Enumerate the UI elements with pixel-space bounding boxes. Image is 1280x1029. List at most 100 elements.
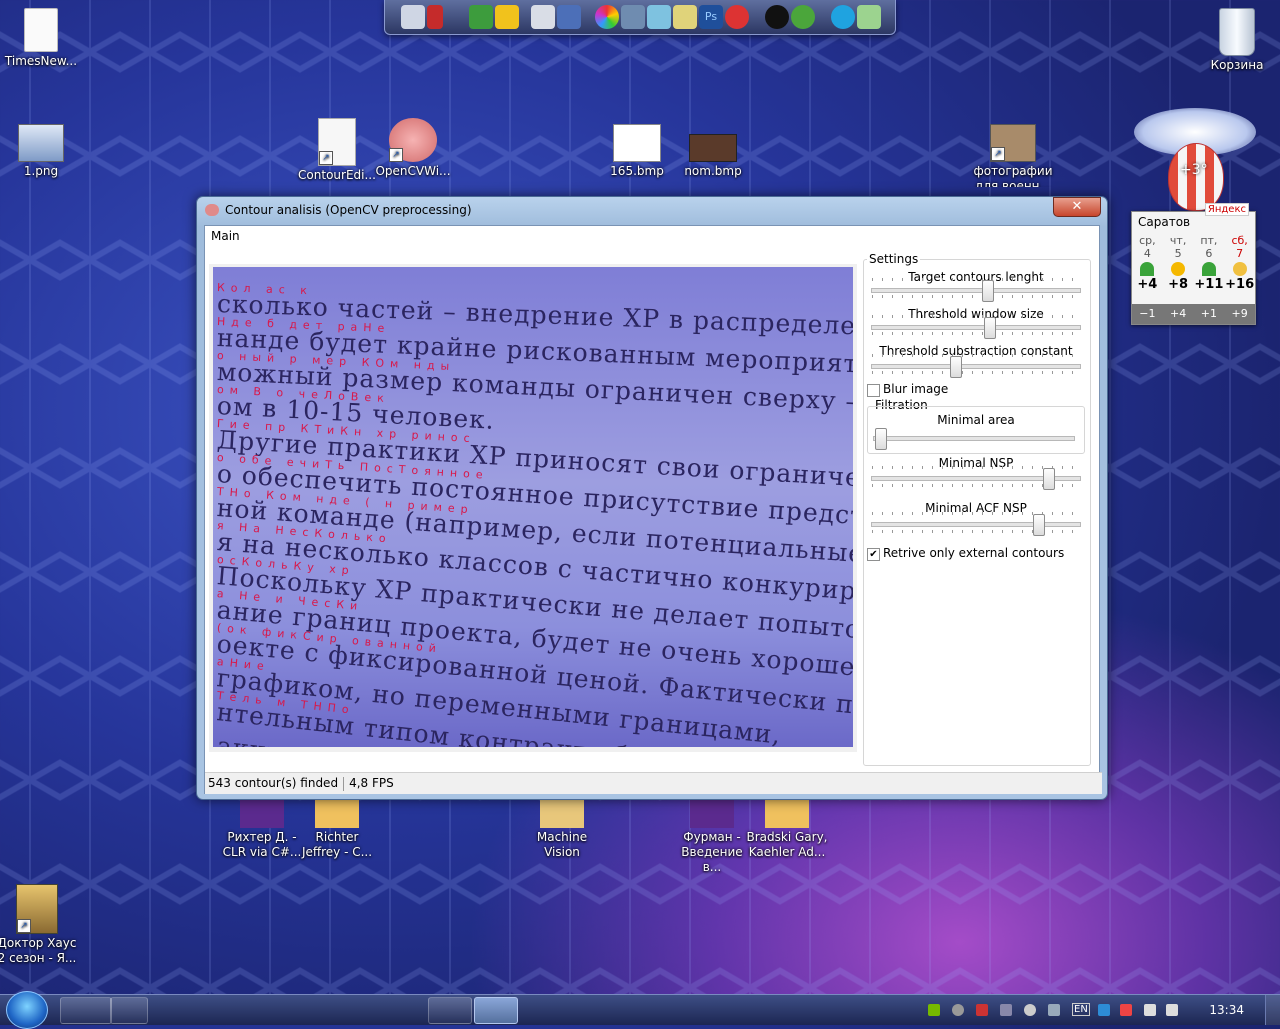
app-brain-icon [205, 204, 219, 216]
day-number: 6 [1205, 247, 1213, 260]
antivirus-icon[interactable] [1120, 1004, 1132, 1016]
target-contours-slider[interactable] [982, 280, 994, 302]
day-low: +4 [1170, 307, 1187, 320]
day-high: +16 [1225, 277, 1255, 292]
tray-app-icon[interactable] [1000, 1004, 1012, 1016]
target-contours-ticks [872, 278, 1080, 281]
desktop-icon-contoureditor[interactable]: ↗ ContourEdi... [296, 118, 378, 183]
signal-icon[interactable] [1144, 1004, 1156, 1016]
taskbar-app-4[interactable] [206, 997, 236, 1022]
folder-icon [540, 800, 584, 828]
desktop-icon-machine-vision[interactable]: Machine Vision [521, 800, 603, 860]
shortcut-arrow-icon: ↗ [319, 151, 333, 165]
map-icon[interactable] [647, 5, 671, 29]
search-icon[interactable] [1024, 1004, 1036, 1016]
taskbar-app-1[interactable] [60, 997, 112, 1024]
fps-readout: 4,8 FPS [349, 776, 394, 790]
threshold-const-slider[interactable] [950, 356, 962, 378]
recycle-bin-icon [1219, 8, 1255, 56]
icon-label: Доктор Хаус [0, 936, 77, 950]
target-contours-ticks [872, 295, 1080, 298]
desktop-icon-recycle-bin[interactable]: Корзина [1196, 8, 1278, 73]
icon-label: nom.bmp [684, 164, 742, 178]
icon-label: Фурман - [683, 830, 741, 844]
threshold-window-ticks [872, 332, 1080, 335]
minimal-acf-nsp-ticks [872, 530, 1080, 533]
plate-image-icon [689, 134, 737, 162]
clock[interactable]: 13:34 [1209, 1003, 1244, 1017]
desktop-icon-richter-jeffrey[interactable]: Richter Jeffrey - C... [296, 800, 378, 860]
retrive-external-checkbox[interactable]: ✔ [867, 548, 880, 561]
icon-label-2: CLR via C#... [222, 845, 302, 859]
desktop-icon-furman[interactable]: Фурман - Введение в... [671, 800, 753, 875]
daemon-icon[interactable] [725, 5, 749, 29]
utorrent-icon[interactable] [791, 5, 815, 29]
taskbar-app-5[interactable] [250, 997, 280, 1022]
weather-day: чт, 5 +8 [1163, 234, 1194, 291]
desktop-icon-1png[interactable]: 1.png [0, 124, 82, 179]
save-icon[interactable] [557, 5, 581, 29]
settings-group-label: Settings [867, 252, 921, 266]
taskbar-explorer-icon[interactable] [428, 997, 472, 1024]
desktop-icon-house[interactable]: ↗ Доктор Хаус 2 сезон - Я... [0, 884, 78, 966]
weather-day: ср, 4 +4 [1132, 234, 1163, 291]
menu-main[interactable]: Main [211, 229, 240, 243]
photoshop-icon[interactable]: Ps [699, 5, 723, 29]
icon-label: ContourEdi... [298, 168, 376, 182]
weather-gadget[interactable]: Яндекс Саратов ср, 4 +4 чт, 5 +8 пт, 6 +… [1131, 203, 1256, 325]
picasa-icon[interactable] [595, 5, 619, 29]
book-icon [765, 800, 809, 828]
taskbar-app-3[interactable] [158, 997, 188, 1022]
taskbar-app-6[interactable] [296, 997, 326, 1022]
yandex-logo: Яндекс [1204, 203, 1249, 216]
language-indicator[interactable]: EN [1072, 1003, 1090, 1016]
desktop-icon-165bmp[interactable]: 165.bmp [596, 124, 678, 179]
flag-icon[interactable] [976, 1004, 988, 1016]
network-icon[interactable] [857, 5, 881, 29]
minimal-nsp-slider[interactable] [1043, 468, 1055, 490]
icon-label: Bradski Gary, [746, 830, 828, 844]
start-button[interactable] [6, 991, 48, 1029]
dropbox-icon[interactable] [1098, 1004, 1110, 1016]
tray-orb-icon[interactable] [952, 1004, 964, 1016]
tools-icon[interactable] [401, 5, 425, 29]
book-red-icon[interactable] [427, 5, 443, 29]
owl-icon[interactable] [765, 5, 789, 29]
skype-icon[interactable] [831, 5, 855, 29]
desktop-icon-photos[interactable]: ↗ фотографии для военн... [972, 124, 1054, 187]
vector-v-icon[interactable] [495, 5, 519, 29]
threshold-window-slider[interactable] [984, 317, 996, 339]
taskbar-chrome-icon[interactable] [110, 997, 148, 1024]
package-icon[interactable] [531, 5, 555, 29]
desktop-icon-opencvwin[interactable]: ↗ OpenCVWi... [372, 118, 454, 179]
desktop-icon-nombmp[interactable]: nom.bmp [672, 124, 754, 179]
blur-image-checkbox[interactable] [867, 384, 880, 397]
contours-count: 543 contour(s) finded [208, 776, 339, 790]
taskbar-app-7[interactable] [340, 997, 370, 1022]
taskbar-contour-analysis[interactable] [474, 997, 518, 1024]
notes-icon[interactable] [673, 5, 697, 29]
taskbar-app-8[interactable] [386, 997, 416, 1022]
computer-icon[interactable] [621, 5, 645, 29]
chart-green-icon[interactable] [469, 5, 493, 29]
day-number: 4 [1143, 247, 1151, 260]
desktop-icon-timesnew[interactable]: TimesNew... [0, 8, 82, 69]
sun-icon [1171, 262, 1186, 276]
volume-icon[interactable] [1166, 1004, 1178, 1016]
day-number: 7 [1236, 247, 1244, 260]
image-file-icon [18, 124, 64, 162]
icon-label: 1.png [23, 164, 59, 178]
weather-city: Саратов [1138, 215, 1191, 229]
show-desktop-button[interactable] [1265, 995, 1280, 1025]
shapes-image-icon [613, 124, 661, 162]
close-button[interactable]: ✕ [1053, 197, 1101, 217]
minimal-area-slider[interactable] [875, 428, 887, 450]
nvidia-icon[interactable] [928, 1004, 940, 1016]
threshold-window-track [871, 325, 1081, 330]
minimal-acf-nsp-slider[interactable] [1033, 514, 1045, 536]
network-tray-icon[interactable] [1048, 1004, 1060, 1016]
desktop-icon-richter-clr[interactable]: Рихтер Д. - CLR via C#... [221, 800, 303, 860]
camera-image: сколько частей – внедрение XP в распреде… [213, 267, 853, 747]
desktop-icon-bradski[interactable]: Bradski Gary, Kaehler Ad... [746, 800, 828, 860]
chm-book-icon [690, 800, 734, 828]
